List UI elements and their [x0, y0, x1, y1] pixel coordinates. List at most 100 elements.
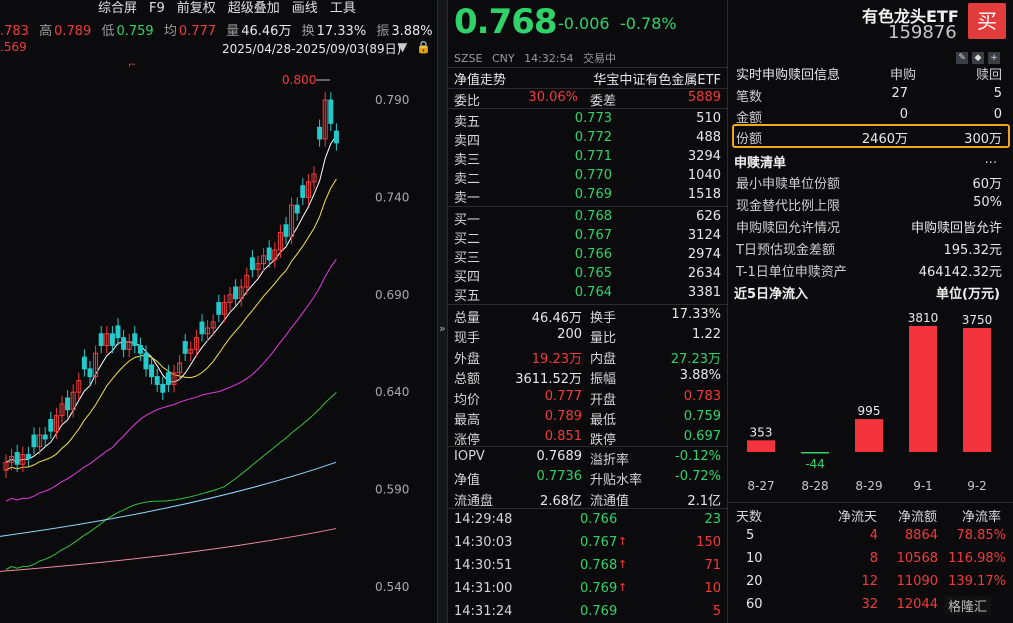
tick-price: 0.768	[580, 558, 618, 573]
flow-bar	[963, 327, 991, 452]
dropdown-triangle-icon[interactable]: ▼	[398, 40, 407, 54]
level-volume: 626	[696, 209, 721, 224]
level-price: 0.766	[574, 247, 612, 262]
candle-body	[216, 302, 222, 315]
stat-label: 流通盘	[454, 493, 494, 509]
tick-time: 14:29:48	[454, 512, 513, 527]
kline-chart[interactable]: 0.790 0.740 0.690 0.640 0.590 0.540 0.800 ⌐	[0, 58, 437, 623]
tick-price: 0.767	[580, 535, 618, 550]
flow-net-days: 32	[861, 597, 878, 612]
tick-price: 0.766	[580, 512, 618, 527]
flow-bar	[747, 440, 775, 452]
candle-body	[109, 333, 115, 346]
candle-body	[149, 364, 155, 378]
flow-net-days: 4	[869, 528, 878, 543]
pane-splitter[interactable]: »	[437, 0, 448, 623]
candle-body	[42, 434, 48, 440]
flow-value-label: 3750	[962, 313, 993, 327]
stat-label: 净值	[454, 473, 481, 489]
tick-row: 14:30:51 0.768 ↑ 71	[448, 555, 727, 578]
stat-value: 2.1亿	[687, 493, 721, 509]
level-volume: 3294	[687, 149, 721, 164]
list-value: 50%	[973, 195, 1002, 210]
stat-label: 均价	[454, 392, 481, 408]
stat-value: 0.759	[683, 409, 721, 424]
flow-value-label: -44	[805, 457, 825, 471]
ma60-line	[5, 392, 337, 570]
flow-net-days: 8	[869, 551, 878, 566]
nav-row[interactable]: 净值走势 华宝中证有色金属ETF	[448, 68, 727, 88]
stat-label: 现手	[454, 331, 481, 347]
price-change-pct: -0.78%	[620, 14, 677, 33]
flow-net-rate: 116.98%	[948, 551, 1006, 566]
candle-body	[137, 344, 143, 354]
prev-value: .783	[0, 24, 29, 39]
toolbar-composite[interactable]: 综合屏	[98, 0, 137, 18]
flow-bar	[855, 419, 883, 452]
toolbar-f9[interactable]: F9	[149, 0, 165, 18]
weibi-row: 委比 30.06% 委差 5889	[448, 89, 727, 109]
avg-value: 0.777	[178, 24, 217, 39]
bid-row: 买二 0.767 3124	[448, 227, 727, 247]
bid-row: 买四 0.765 2634	[448, 265, 727, 285]
ma10-line	[5, 178, 337, 471]
tick-price: 0.769	[580, 581, 618, 596]
last-price: 0.768	[454, 2, 558, 42]
creation-row: 金额 0 0	[728, 105, 1013, 126]
stat-value: 19.23万	[531, 351, 582, 367]
flow-table-header: 天数 净流天 净流额 净流率	[728, 502, 1013, 525]
buy-button[interactable]: 买	[968, 3, 1006, 39]
stat-value: 0.7689	[536, 449, 583, 464]
toolbar-draw[interactable]: 画线	[292, 0, 318, 18]
range-strip: .569 2025/04/28-2025/09/03(89日) ▼ 🔒	[0, 40, 437, 58]
y-tick-label: 0.690	[375, 288, 409, 302]
date-range[interactable]: 2025/04/28-2025/09/03(89日)	[222, 40, 401, 57]
more-button[interactable]: ...	[985, 152, 997, 167]
turn-value: 17.33%	[316, 24, 367, 39]
stat-value: 0.789	[544, 409, 582, 424]
flow-bar	[801, 452, 829, 454]
candle-body	[98, 333, 104, 346]
level-label: 卖二	[454, 172, 481, 187]
tick-time: 14:30:03	[454, 535, 513, 550]
level-volume: 3381	[687, 285, 721, 300]
toolbar-forward-adjust[interactable]: 前复权	[177, 0, 216, 18]
level-label: 卖四	[454, 134, 481, 149]
list-label: 申购赎回允许情况	[736, 221, 841, 236]
level-volume: 2634	[687, 266, 721, 281]
list-value: 申购赎回皆允许	[910, 221, 1002, 236]
candle-body	[294, 204, 300, 214]
candle-body	[317, 126, 323, 140]
candle-body	[87, 368, 93, 378]
stat-value: 27.23万	[670, 351, 721, 367]
flow-value-label: 995	[858, 404, 881, 418]
level-label: 卖一	[454, 191, 481, 206]
kline-panel[interactable]: 综合屏 F9 前复权 超级叠加 画线 工具 .783 高 0.789 低 0.759…	[0, 0, 437, 623]
candle-body	[233, 286, 239, 300]
list-row: T-1日单位申赎资产 464142.32元	[728, 259, 1013, 280]
stat-value: 200	[557, 327, 582, 343]
creation-row: 笔数 27 5	[728, 84, 1013, 105]
toolbar-overlay[interactable]: 超级叠加	[228, 0, 280, 18]
flow-net-amount: 10568	[896, 551, 938, 566]
quote-time: 14:32:54	[524, 52, 574, 65]
quote-meta: SZSE CNY 14:32:54 交易中	[454, 50, 622, 66]
expand-icon[interactable]: »	[439, 322, 446, 335]
candle-body	[182, 341, 188, 354]
candle-body	[333, 130, 339, 144]
level-price: 0.772	[574, 130, 612, 145]
flow-h-days: 天数	[736, 510, 763, 525]
weibi-label: 委比	[454, 94, 481, 109]
ma120-line	[0, 461, 337, 537]
amp-label: 振	[376, 24, 390, 39]
tick-time: 14:30:51	[454, 558, 513, 573]
stat-label: 内盘	[590, 351, 617, 367]
toolbar-tools[interactable]: 工具	[330, 0, 356, 18]
flow-net-amount: 11090	[896, 574, 938, 589]
lock-icon[interactable]: 🔒	[416, 40, 431, 54]
creation-header: 实时申购赎回信息 申购 赎回	[728, 62, 1013, 83]
bid-row: 买一 0.768 626	[448, 208, 727, 228]
stat-value: 3.88%	[679, 368, 721, 384]
marker-icon: ⌐	[128, 60, 136, 71]
nav-trend-link[interactable]: 净值走势	[454, 69, 506, 88]
